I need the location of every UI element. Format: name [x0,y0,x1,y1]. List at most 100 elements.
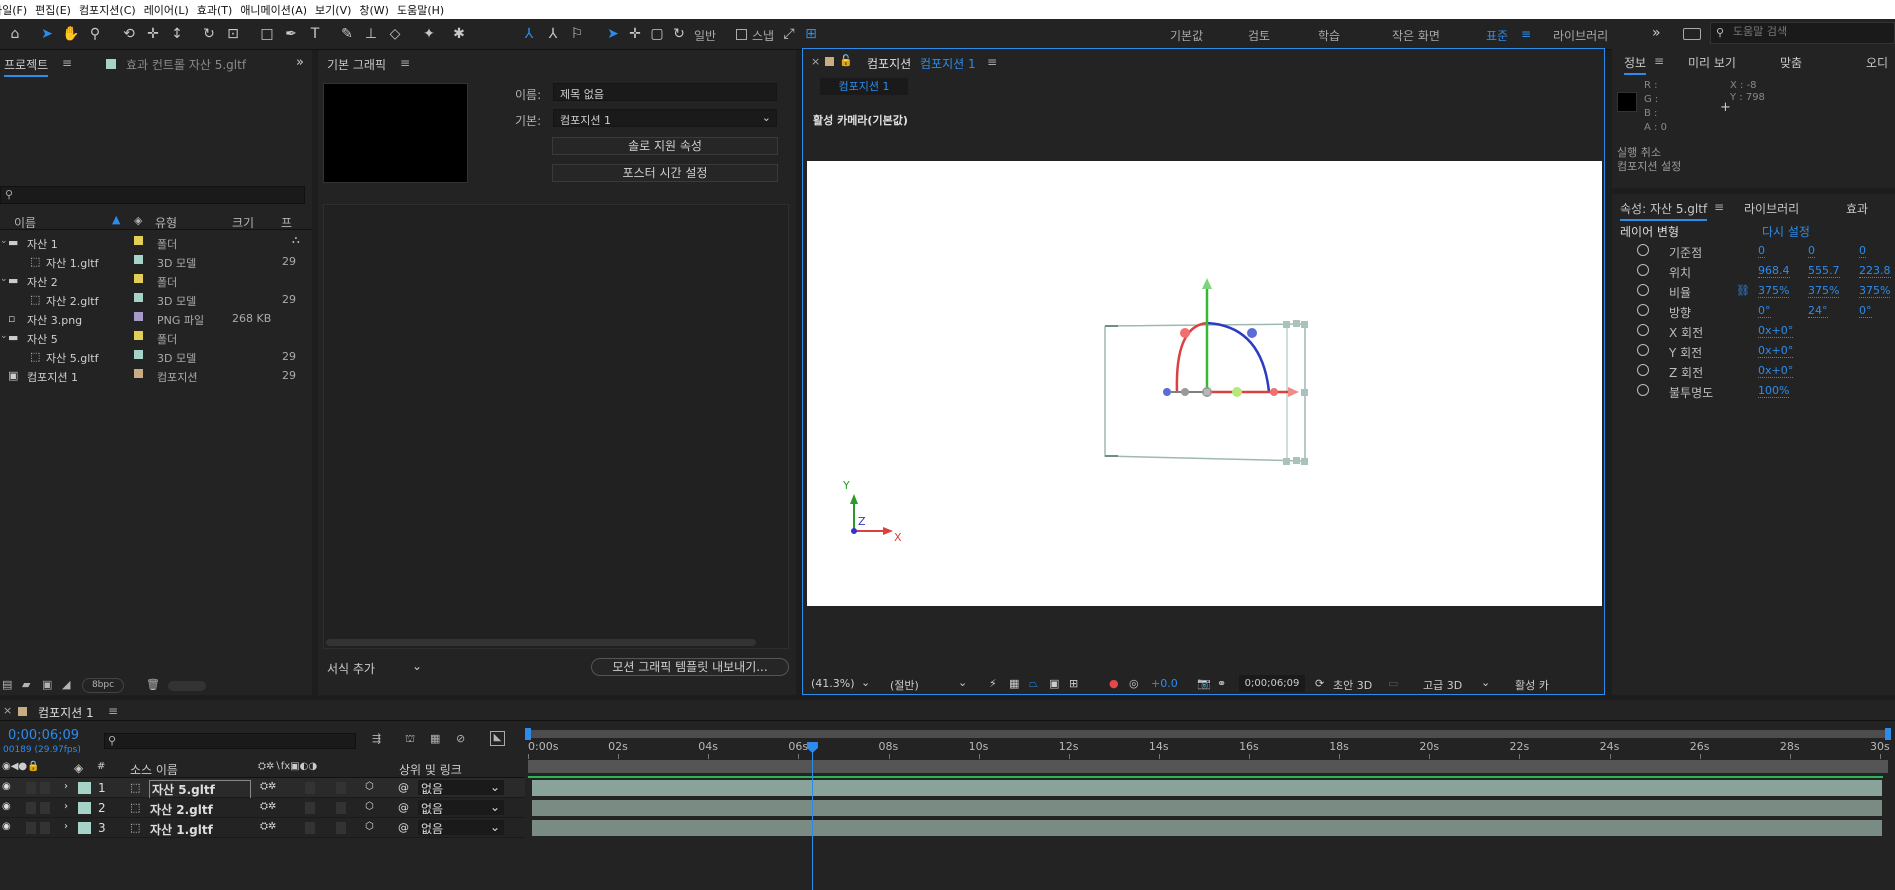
region-icon[interactable]: ▣ [1049,677,1059,690]
menu-item[interactable]: 도움말(H) [397,2,452,18]
gizmo-scale-icon[interactable]: ▢ [648,25,666,43]
comp-flowchart-icon[interactable]: ⇶ [372,732,381,745]
layer-label-swatch[interactable] [78,802,91,814]
world-axis-icon[interactable]: ⅄ [520,25,538,43]
property-value[interactable]: 555.7 [1808,264,1840,278]
solo-toggle[interactable] [40,782,50,794]
property-value[interactable]: 0x+0° [1758,364,1794,378]
dolly-tool-icon[interactable]: ↕ [168,25,186,43]
stopwatch-icon[interactable] [1637,304,1649,316]
exposure-value[interactable]: +0.0 [1151,677,1178,690]
3d-layer-icon[interactable]: ⬡ [365,781,374,792]
bit-depth-button[interactable]: 8bpc [82,678,124,693]
project-item[interactable]: ⬚ 자산 5.gltf 3D 모델 29 [0,347,312,366]
playhead[interactable] [806,742,818,890]
workspace-5[interactable]: 라이브러리 [1553,27,1608,44]
expand-arrow-icon[interactable]: ⌄ [0,236,8,246]
draft-3d-label[interactable]: 초안 3D [1333,677,1372,693]
extended-viewer-icon[interactable]: ▭ [1388,677,1398,690]
fast-preview-icon[interactable]: ⚡ [989,677,997,690]
stopwatch-icon[interactable] [1637,384,1649,396]
comp-timecode[interactable]: 0;00;06;09 [1239,675,1305,692]
shy-switch-icon[interactable]: ⛭✲ [260,801,276,812]
comp-tab-prefix[interactable]: 컴포지션 [867,55,911,72]
property-value[interactable]: 0 [1859,244,1866,258]
tab-project[interactable]: 프로젝트 [4,56,49,77]
switch-box[interactable] [305,782,315,794]
color-management-icon[interactable]: ◎ [1129,677,1139,690]
home-icon[interactable]: ⌂ [6,25,24,43]
expand-arrow-icon[interactable]: › [64,801,68,812]
info-menu-icon[interactable]: ≡ [1654,54,1664,68]
brush-tool-icon[interactable]: ✎ [338,25,356,43]
expand-arrow-icon[interactable]: ⌄ [0,274,8,284]
visibility-eye-icon[interactable]: ◉ [2,821,11,832]
anchor-tool-icon[interactable]: ⊡ [224,25,242,43]
help-search-box[interactable]: ⚲ [1710,22,1895,44]
stopwatch-icon[interactable] [1637,244,1649,256]
tab-properties[interactable]: 속성: 자산 5.gltf [1620,200,1708,221]
timeline-search-input[interactable]: ⚲ [104,733,356,749]
rectangle-tool-icon[interactable]: □ [258,25,276,43]
gizmo-move-icon[interactable]: ✛ [626,25,644,43]
property-value[interactable]: 0° [1859,304,1872,318]
project-item[interactable]: ⌄ ▬ 자산 2 폴더 [0,271,312,290]
type-tool-icon[interactable]: T [306,25,324,43]
pickwhip-icon[interactable]: @ [398,821,409,834]
workspace-2[interactable]: 학습 [1318,27,1340,44]
col-num[interactable]: # [97,761,105,772]
gizmo-rotate-icon[interactable]: ↻ [670,25,688,43]
draft-3d-icon[interactable]: ⟳ [1315,677,1324,690]
solo-properties-button[interactable]: 솔로 지원 속성 [552,137,778,155]
col-parent[interactable]: 상위 및 링크 [399,761,462,778]
layer-name[interactable]: 자산 1.gltf [150,821,213,838]
comp-menu-icon[interactable]: ≡ [987,55,997,69]
channel-icon[interactable]: ● [1109,677,1119,690]
close-icon[interactable]: × [811,55,820,68]
audio-toggle[interactable] [26,822,36,834]
project-settings-icon[interactable]: ◢ [62,678,70,691]
expand-arrow-icon[interactable]: › [64,821,68,832]
snap-options-icon[interactable]: ⤢ [780,25,798,43]
lock-icon[interactable]: 🔓 [839,54,853,67]
rotate-tool-icon[interactable]: ↻ [200,25,218,43]
stopwatch-icon[interactable] [1637,364,1649,376]
properties-menu-icon[interactable]: ≡ [1714,200,1724,214]
property-value[interactable]: 24° [1808,304,1828,318]
frame-blending-icon[interactable]: ⊘ [456,732,465,745]
essential-menu-icon[interactable]: ≡ [400,56,410,70]
comp-tab-name[interactable]: 컴포지션 1 [920,55,976,72]
stopwatch-icon[interactable] [1637,344,1649,356]
item-label-swatch[interactable] [134,331,143,340]
selection-tool-icon[interactable]: ➤ [38,25,56,43]
item-label-swatch[interactable] [134,369,143,378]
switch-box[interactable] [305,802,315,814]
workspace-0[interactable]: 기본값 [1170,27,1203,44]
col-size[interactable]: 크기 [232,214,254,231]
switch-box[interactable] [336,822,346,834]
property-value[interactable]: 100% [1758,384,1790,398]
stopwatch-icon[interactable] [1637,284,1649,296]
graph-editor-icon[interactable]: ◣ [490,731,505,746]
layer-transform-section[interactable]: 레이어 변형 [1620,223,1679,240]
timeline-layer-row[interactable]: ◉ › 3 ⬚ 자산 1.gltf ⛭✲ ⬡ @ 없음 ⌄ [0,818,525,838]
project-item[interactable]: ▫ 자산 3.png PNG 파일 268 KB [0,309,312,328]
property-value[interactable]: 0x+0° [1758,324,1794,338]
guides-icon[interactable]: ⊞ [1069,677,1078,690]
timeline-layer-row[interactable]: ◉ › 2 ⬚ 자산 2.gltf ⛭✲ ⬡ @ 없음 ⌄ [0,798,525,818]
project-item[interactable]: ⌄ ▬ 자산 1 폴더 [0,233,312,252]
project-item[interactable]: ⌄ ▬ 자산 5 폴더 [0,328,312,347]
mask-visibility-icon[interactable]: ⏢ [1029,677,1038,691]
more-panels-icon[interactable]: » [296,55,304,70]
clone-stamp-icon[interactable]: ⊥ [362,25,380,43]
new-folder-icon[interactable]: ▰ [22,678,30,691]
workspace-menu-icon[interactable]: ≡ [1521,27,1531,41]
renderer-dropdown[interactable]: 고급 3D [1423,677,1462,693]
export-mogrt-button[interactable]: 모션 그래픽 템플릿 내보내기... [591,658,789,676]
switch-box[interactable] [305,822,315,834]
snapshot-icon[interactable]: 📷 [1197,677,1211,690]
property-value[interactable]: 0 [1758,244,1765,258]
reset-link[interactable]: 다시 설정 [1762,223,1810,240]
roto-brush-icon[interactable]: ✦ [420,25,438,43]
pickwhip-icon[interactable]: @ [398,781,409,794]
